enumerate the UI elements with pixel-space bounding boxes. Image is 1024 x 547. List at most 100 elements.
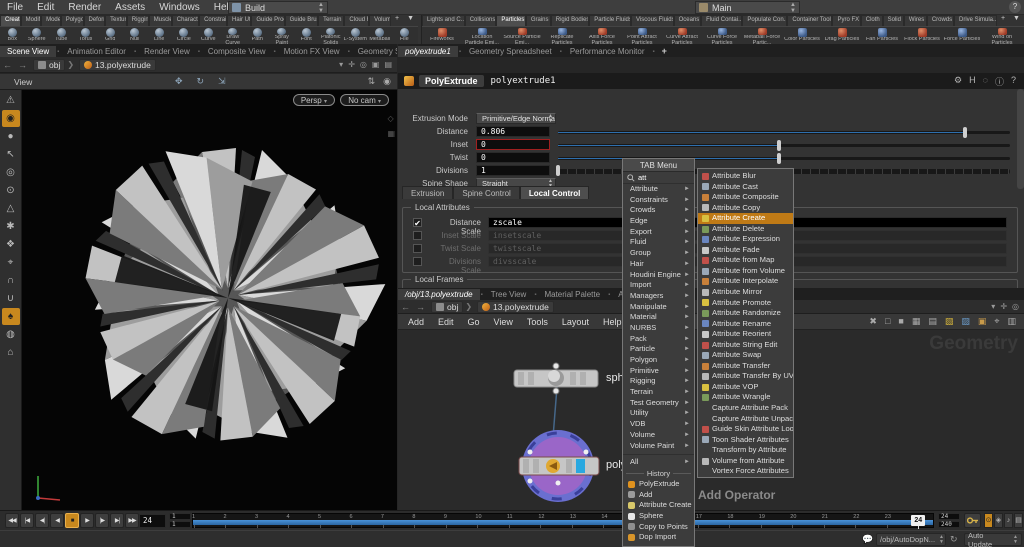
- tab-motion-fx-view[interactable]: Motion FX View: [277, 46, 347, 57]
- viewport-tool-icon-14[interactable]: ⌂: [2, 344, 20, 361]
- menu-render[interactable]: Render: [61, 0, 108, 15]
- shelf-tab-terrain-fx[interactable]: Terrain FX: [318, 15, 344, 26]
- history-attribute-create[interactable]: Attribute Create: [623, 500, 694, 511]
- tab-composite-view[interactable]: Composite View: [201, 46, 273, 57]
- viewport-tool-icon-12[interactable]: ♠: [2, 308, 20, 325]
- viewport-tool-icon-6[interactable]: △: [2, 200, 20, 217]
- shelf-tab-guide-brushes[interactable]: Guide Brushes: [285, 15, 318, 26]
- pin-icon[interactable]: ✛: [1000, 302, 1007, 311]
- submenu-item-attribute-vop[interactable]: Attribute VOP: [698, 382, 793, 393]
- submenu-item-attribute-string-edit[interactable]: Attribute String Edit: [698, 340, 793, 351]
- step-forward-button[interactable]: |▶: [95, 513, 109, 528]
- dopnet-toggle[interactable]: ◈: [994, 513, 1003, 528]
- breadcrumb-node[interactable]: 13.polyextrude: [79, 59, 156, 71]
- category-hair[interactable]: Hair►: [623, 259, 694, 270]
- layout-icon[interactable]: ⇅: [368, 76, 376, 87]
- shelf-tool-drag-particles[interactable]: Drag Particles: [822, 27, 862, 44]
- shelf-tab-volume[interactable]: Volume: [369, 15, 391, 26]
- shelf-tab-guide-process[interactable]: Guide Process: [251, 15, 284, 26]
- submenu-item-guide-skin-attribute-lookup[interactable]: Guide Skin Attribute Lookup: [698, 424, 793, 435]
- range-end-field[interactable]: 240: [938, 521, 960, 528]
- param-slider-inset[interactable]: [558, 144, 1010, 147]
- persp-camera-button[interactable]: Persp ▾: [293, 94, 335, 106]
- viewport-tool-icon-8[interactable]: ❖: [2, 236, 20, 253]
- category-primitive[interactable]: Primitive►: [623, 366, 694, 377]
- submenu-item-attribute-promote[interactable]: Attribute Promote: [698, 298, 793, 309]
- view-tab-label[interactable]: View: [0, 77, 32, 87]
- shelf-tool-point-attract-particles[interactable]: Point Attract Particles: [622, 27, 662, 44]
- stop-button[interactable]: ■: [65, 513, 79, 528]
- forward-icon[interactable]: →: [413, 302, 428, 312]
- network-menu-go[interactable]: Go: [468, 317, 480, 327]
- checkbox-distance-scale[interactable]: ✔: [413, 218, 422, 227]
- link-icon[interactable]: ◎: [360, 60, 367, 69]
- realtime-toggle[interactable]: ⊙: [984, 513, 993, 528]
- viewport-tool-icon-5[interactable]: ⊙: [2, 182, 20, 199]
- shelf-tool-draw-curve[interactable]: Draw Curve: [221, 27, 246, 44]
- tab-performance-monitor[interactable]: Performance Monitor: [563, 46, 652, 57]
- viewport-tool-icon-13[interactable]: ◍: [2, 326, 20, 343]
- shelf-tab-crowds[interactable]: Crowds: [927, 15, 954, 26]
- history-polyextrude[interactable]: PolyExtrude: [623, 479, 694, 490]
- shelf-tab-model[interactable]: Model: [41, 15, 61, 26]
- shelf-tab-drive-simula[interactable]: Drive Simula...: [954, 15, 997, 26]
- list-view-icon[interactable]: ▤: [928, 316, 937, 327]
- shelf-tab-oceans[interactable]: Oceans: [674, 15, 701, 26]
- shelf-tab-cloud-fx[interactable]: Cloud FX: [344, 15, 369, 26]
- shelf-tool-source-particle-emi[interactable]: Source Particle Emi...: [502, 27, 542, 44]
- shelf-tool-sphere[interactable]: Sphere: [25, 27, 50, 44]
- pin-icon[interactable]: ✛: [348, 60, 355, 69]
- dropdown-icon[interactable]: ▾: [339, 60, 343, 69]
- help-icon[interactable]: ?: [1009, 1, 1021, 13]
- desktop-main-selector[interactable]: Main ▲▼: [695, 1, 800, 14]
- network-menu-help[interactable]: Help: [603, 317, 622, 327]
- message-bubble-icon[interactable]: 💬: [862, 534, 873, 545]
- param-field-distance[interactable]: 0.806: [476, 126, 550, 137]
- history-dop-import[interactable]: Dop Import: [623, 532, 694, 543]
- back-icon[interactable]: ←: [0, 60, 15, 70]
- magnify-icon[interactable]: ⌖: [994, 316, 999, 327]
- category-material[interactable]: Material►: [623, 312, 694, 323]
- shelf-tab-deform[interactable]: Deform: [84, 15, 106, 26]
- link-icon[interactable]: ◎: [1012, 302, 1019, 311]
- slider-handle[interactable]: [556, 165, 560, 176]
- category-export[interactable]: Export►: [623, 227, 694, 238]
- submenu-item-attribute-expression[interactable]: Attribute Expression: [698, 234, 793, 245]
- submenu-item-volume-from-attribute[interactable]: Volume from Attribute: [698, 456, 793, 467]
- tab-animation-editor[interactable]: Animation Editor: [60, 46, 133, 57]
- tools-icon[interactable]: ✖: [869, 316, 877, 327]
- shelf-tool-circle[interactable]: Circle: [172, 27, 197, 44]
- gear-icon[interactable]: ⚙: [954, 75, 962, 88]
- shelf-tab-particles[interactable]: Particles: [496, 15, 525, 26]
- set-key-button[interactable]: [964, 513, 981, 528]
- shelf-tab-container-tools[interactable]: Container Tools: [787, 15, 832, 26]
- menu-item-all[interactable]: All►: [623, 457, 694, 468]
- playhead[interactable]: 24: [911, 515, 925, 526]
- category-constraints[interactable]: Constraints►: [623, 195, 694, 206]
- menu-assets[interactable]: Assets: [108, 0, 152, 15]
- checkbox-inset-scale[interactable]: [413, 231, 422, 240]
- node-sphere1[interactable]: [514, 363, 598, 394]
- shelf-tool-fireworks[interactable]: Fireworks: [422, 27, 462, 44]
- update-mode-selector[interactable]: Auto Update ▲▼: [964, 533, 1022, 546]
- shelf-tab-rigid-bodies[interactable]: Rigid Bodies: [551, 15, 589, 26]
- tab-material-palette[interactable]: Material Palette: [537, 289, 607, 300]
- shelf-tool-line[interactable]: Line: [147, 27, 172, 44]
- viewport-tool-icon-7[interactable]: ✱: [2, 218, 20, 235]
- prev-keyframe-button[interactable]: |◀: [20, 513, 34, 528]
- viewport-tool-icon-0[interactable]: ⚠: [2, 92, 20, 109]
- play-forward-button[interactable]: ▶: [80, 513, 94, 528]
- menu-windows[interactable]: Windows: [152, 0, 207, 15]
- slider-handle[interactable]: [777, 153, 781, 164]
- shelf-tab-viscous-fluids[interactable]: Viscous Fluids: [631, 15, 674, 26]
- panel-split-icon[interactable]: ▥: [1007, 316, 1016, 327]
- solid-icon[interactable]: ■: [898, 316, 903, 327]
- history-add[interactable]: Add: [623, 490, 694, 501]
- shelf-tab-wires[interactable]: Wires: [904, 15, 927, 26]
- network-menu-layout[interactable]: Layout: [562, 317, 589, 327]
- back-icon[interactable]: ←: [398, 302, 413, 312]
- shelf-tab-particle-fluids[interactable]: Particle Fluids: [589, 15, 631, 26]
- submenu-item-attribute-blur[interactable]: Attribute Blur: [698, 171, 793, 182]
- shelf-tool-flock-particles[interactable]: Flock Particles: [902, 27, 942, 44]
- shelf-tab-cloth[interactable]: Cloth: [861, 15, 883, 26]
